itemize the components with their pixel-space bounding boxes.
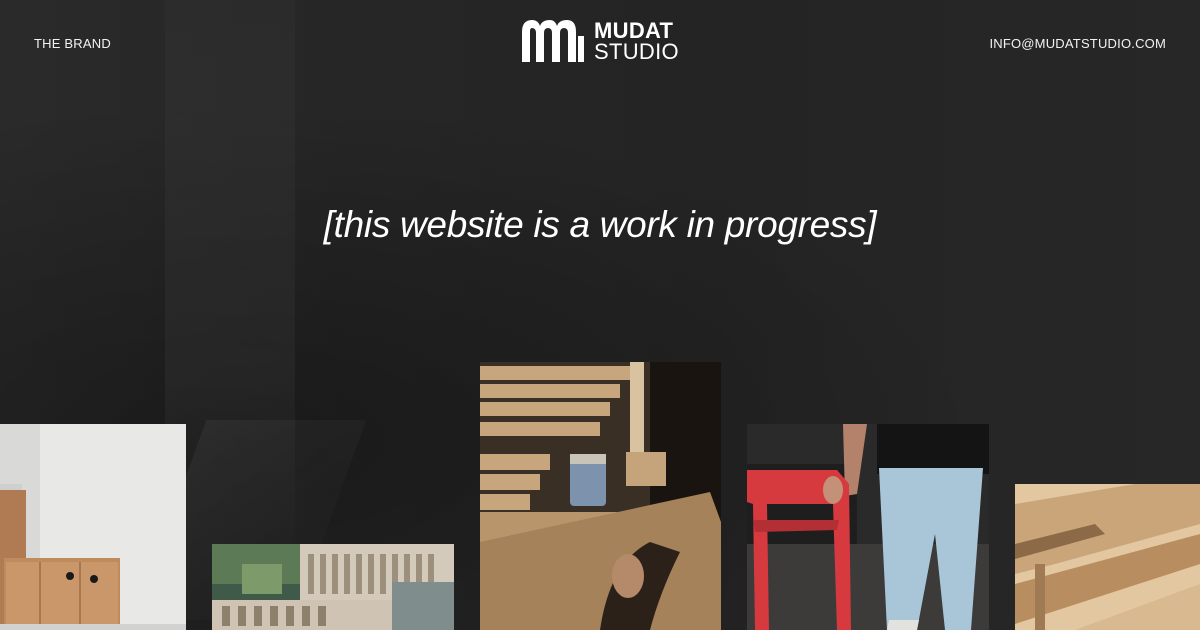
red-chair-person-photo xyxy=(747,424,989,630)
nav-the-brand-link[interactable]: THE BRAND xyxy=(34,36,111,51)
logo-wordmark-top: MUDAT xyxy=(594,18,674,43)
contact-email-link[interactable]: INFO@MUDATSTUDIO.COM xyxy=(989,36,1166,51)
wood-cabinet-photo xyxy=(0,424,186,630)
architectural-model-photo xyxy=(212,544,454,630)
brand-logo[interactable]: MUDAT STUDIO xyxy=(522,18,679,64)
page-headline: [this website is a work in progress] xyxy=(323,204,877,245)
wooden-chair-detail-photo xyxy=(1015,484,1200,630)
workshop-woodworking-photo xyxy=(480,362,721,630)
logo-mark-icon xyxy=(522,20,584,62)
logo-wordmark-bottom: STUDIO xyxy=(594,39,679,64)
